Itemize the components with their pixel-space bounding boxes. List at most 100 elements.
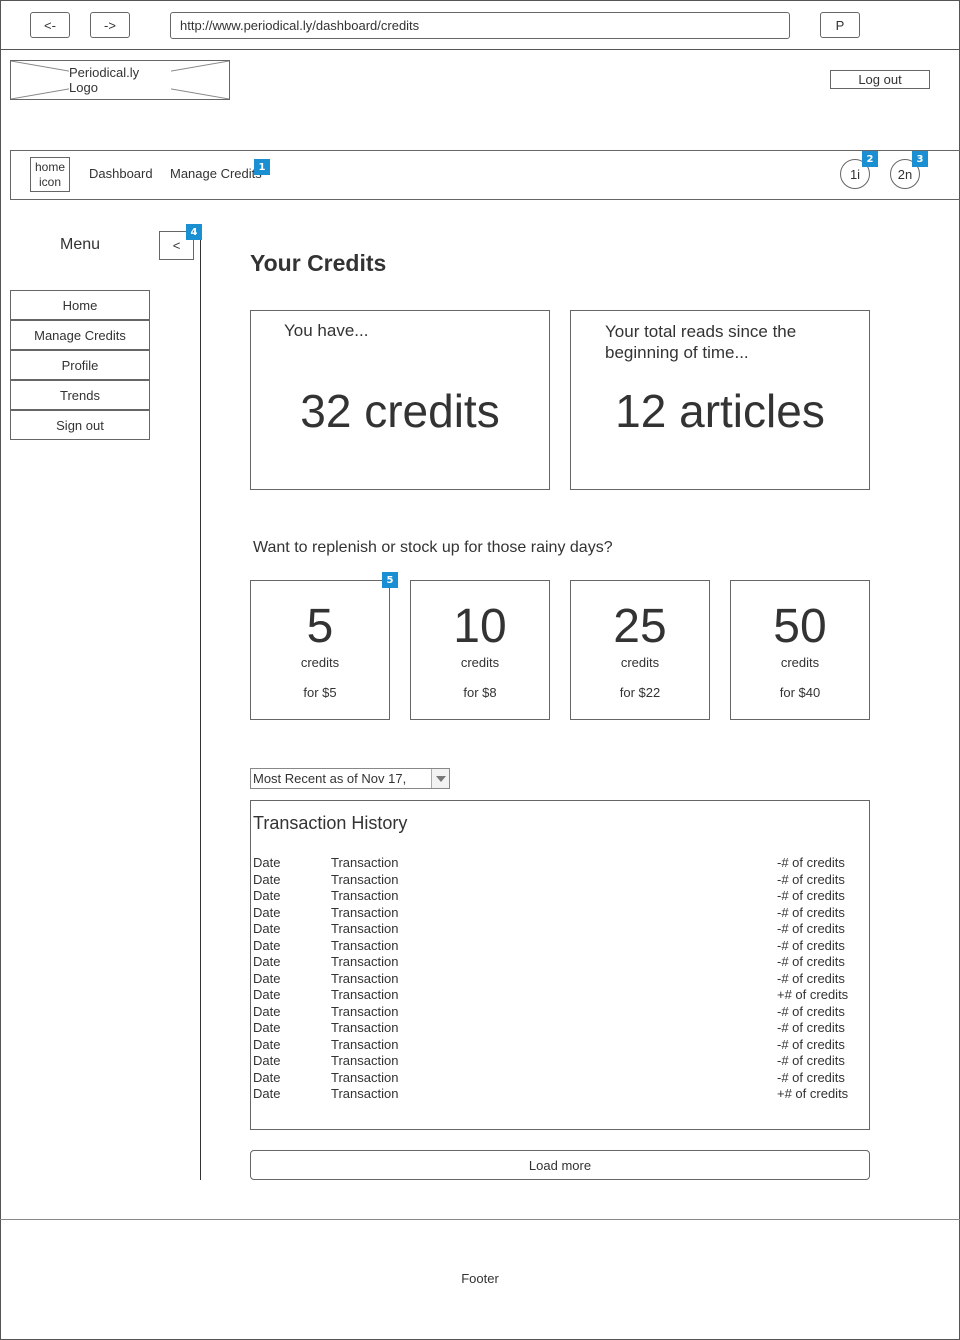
transaction-description: Transaction <box>331 1003 399 1019</box>
sidebar-item-profile[interactable]: Profile <box>10 350 150 380</box>
table-row: Date Transaction -# of credits <box>251 888 871 905</box>
table-row: Date Transaction -# of credits <box>251 872 871 889</box>
table-row: Date Transaction +# of credits <box>251 1086 871 1103</box>
package-amount: 5 <box>306 600 334 653</box>
transaction-date: Date <box>253 1086 281 1101</box>
annotation-marker-4: 4 <box>186 224 202 240</box>
table-row: Date Transaction -# of credits <box>251 1053 871 1070</box>
transaction-description: Transaction <box>331 871 399 887</box>
transaction-amount: -# of credits <box>777 921 845 936</box>
transaction-description: Transaction <box>331 1036 399 1052</box>
package-price: for $40 <box>779 685 821 700</box>
transaction-date: Date <box>253 1053 281 1068</box>
sidebar-item-trends[interactable]: Trends <box>10 380 150 410</box>
nav-manage-credits[interactable]: Manage Credits <box>170 166 262 181</box>
table-row: Date Transaction -# of credits <box>251 971 871 988</box>
credits-balance: 32 credits <box>300 385 500 437</box>
reads-count: 12 articles <box>615 385 825 437</box>
history-filter-value: Most Recent as of Nov 17, <box>253 771 407 786</box>
logo-text: Periodical.ly Logo <box>69 65 171 95</box>
transaction-history-panel: Transaction History Date Transaction -# of… <box>250 800 870 1130</box>
transaction-date: Date <box>253 1036 281 1052</box>
sidebar-item-sign-out[interactable]: Sign out <box>10 410 150 440</box>
table-row: Date Transaction -# of credits <box>251 921 871 938</box>
table-row: Date Transaction -# of credits <box>251 938 871 955</box>
transaction-amount: -# of credits <box>777 1020 845 1035</box>
sidebar-item-manage-credits[interactable]: Manage Credits <box>10 320 150 350</box>
transaction-description: Transaction <box>331 954 399 969</box>
footer-divider <box>0 1219 960 1220</box>
transaction-amount: -# of credits <box>777 954 845 969</box>
transaction-date: Date <box>253 888 281 903</box>
package-5-credits[interactable]: 5 credits for $5 <box>250 580 390 720</box>
transaction-amount: -# of credits <box>777 1069 845 1085</box>
sidebar-title: Menu <box>59 236 101 253</box>
transaction-history-title: Transaction History <box>253 813 408 833</box>
package-10-credits[interactable]: 10 credits for $8 <box>410 580 550 720</box>
transaction-amount: -# of credits <box>777 970 845 986</box>
profile-button[interactable]: P <box>820 12 860 38</box>
transaction-description: Transaction <box>331 937 399 953</box>
home-icon[interactable]: home icon <box>30 157 70 192</box>
transaction-description: Transaction <box>331 1053 399 1068</box>
back-button[interactable]: <- <box>30 12 70 38</box>
transaction-date: Date <box>253 987 281 1002</box>
url-bar[interactable]: http://www.periodical.ly/dashboard/credi… <box>170 12 790 39</box>
transaction-date: Date <box>253 937 281 953</box>
logo: Periodical.ly Logo <box>10 60 230 100</box>
package-50-credits[interactable]: 50 credits for $40 <box>730 580 870 720</box>
logout-button[interactable]: Log out <box>830 70 930 89</box>
package-amount: 25 <box>613 600 667 653</box>
nav-dashboard[interactable]: Dashboard <box>89 166 153 181</box>
transaction-amount: -# of credits <box>777 937 845 953</box>
transaction-amount: -# of credits <box>777 888 845 903</box>
package-unit: credits <box>460 655 500 670</box>
table-row: Date Transaction -# of credits <box>251 1070 871 1087</box>
credits-card: You have... 32 credits <box>250 310 550 490</box>
transaction-amount: -# of credits <box>777 871 845 887</box>
annotation-marker-1: 1 <box>254 159 270 175</box>
table-row: Date Transaction -# of credits <box>251 1020 871 1037</box>
package-price: for $8 <box>463 685 497 700</box>
package-unit: credits <box>300 655 340 670</box>
transaction-date: Date <box>253 954 281 969</box>
transaction-amount: -# of credits <box>777 1053 845 1068</box>
package-price: for $5 <box>303 685 337 700</box>
transaction-description: Transaction <box>331 855 399 870</box>
table-row: Date Transaction -# of credits <box>251 855 871 872</box>
reads-card: Your total reads since the beginning of … <box>570 310 870 490</box>
transaction-description: Transaction <box>331 970 399 986</box>
package-amount: 10 <box>453 600 507 653</box>
annotation-marker-3: 3 <box>912 151 928 167</box>
transaction-description: Transaction <box>331 1086 399 1101</box>
transaction-description: Transaction <box>331 1069 399 1085</box>
transaction-list: Date Transaction -# of credits Date Transact… <box>251 855 871 1105</box>
sidebar-divider <box>200 240 201 1180</box>
package-25-credits[interactable]: 25 credits for $22 <box>570 580 710 720</box>
transaction-amount: +# of credits <box>777 1086 849 1101</box>
transaction-date: Date <box>253 871 281 887</box>
chevron-down-icon <box>431 769 449 788</box>
transaction-date: Date <box>253 855 281 870</box>
transaction-amount: -# of credits <box>777 1036 845 1052</box>
package-amount: 50 <box>773 600 827 653</box>
transaction-date: Date <box>253 1069 281 1085</box>
history-filter-select[interactable]: Most Recent as of Nov 17, <box>250 768 450 789</box>
transaction-amount: +# of credits <box>777 987 849 1002</box>
transaction-date: Date <box>253 921 281 936</box>
table-row: Date Transaction +# of credits <box>251 987 871 1004</box>
sidebar-item-home[interactable]: Home <box>10 290 150 320</box>
transaction-date: Date <box>253 1020 281 1035</box>
page-title: Your Credits <box>250 250 387 276</box>
load-more-button[interactable]: Load more <box>250 1150 870 1180</box>
transaction-amount: -# of credits <box>777 1003 845 1019</box>
transaction-date: Date <box>253 904 281 920</box>
transaction-description: Transaction <box>331 888 399 903</box>
forward-button[interactable]: -> <box>90 12 130 38</box>
footer-text: Footer <box>461 1271 499 1286</box>
transaction-description: Transaction <box>331 987 399 1002</box>
transaction-date: Date <box>253 1003 281 1019</box>
table-row: Date Transaction -# of credits <box>251 1004 871 1021</box>
transaction-description: Transaction <box>331 1020 399 1035</box>
reads-card-caption: Your total reads since the beginning of … <box>605 322 797 362</box>
